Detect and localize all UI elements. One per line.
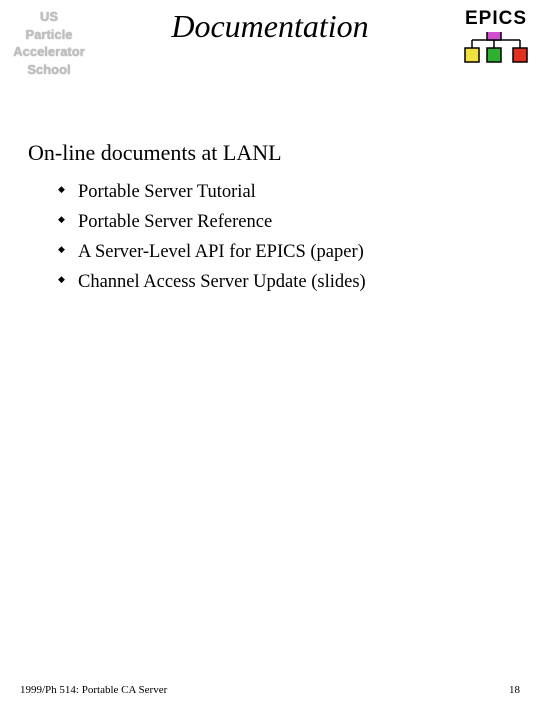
- epics-logo: EPICS: [464, 8, 528, 69]
- list-item: A Server-Level API for EPICS (paper): [58, 238, 540, 268]
- list-item: Channel Access Server Update (slides): [58, 268, 540, 298]
- bullet-list: Portable Server Tutorial Portable Server…: [28, 178, 540, 298]
- slide-content: On-line documents at LANL Portable Serve…: [0, 110, 540, 298]
- page-number: 18: [509, 684, 520, 696]
- logo-line: School: [8, 61, 90, 79]
- footer-left: 1999/Ph 514: Portable CA Server: [20, 684, 167, 696]
- logo-line: Accelerator: [8, 43, 90, 61]
- epics-squares-icon: [464, 32, 528, 64]
- list-item: Portable Server Reference: [58, 208, 540, 238]
- slide-footer: 1999/Ph 514: Portable CA Server 18: [20, 684, 520, 696]
- slide-header: US Particle Accelerator School Documenta…: [0, 0, 540, 110]
- slide-title: Documentation: [0, 8, 540, 45]
- section-heading: On-line documents at LANL: [28, 140, 540, 166]
- list-item: Portable Server Tutorial: [58, 178, 540, 208]
- epics-label: EPICS: [464, 8, 528, 30]
